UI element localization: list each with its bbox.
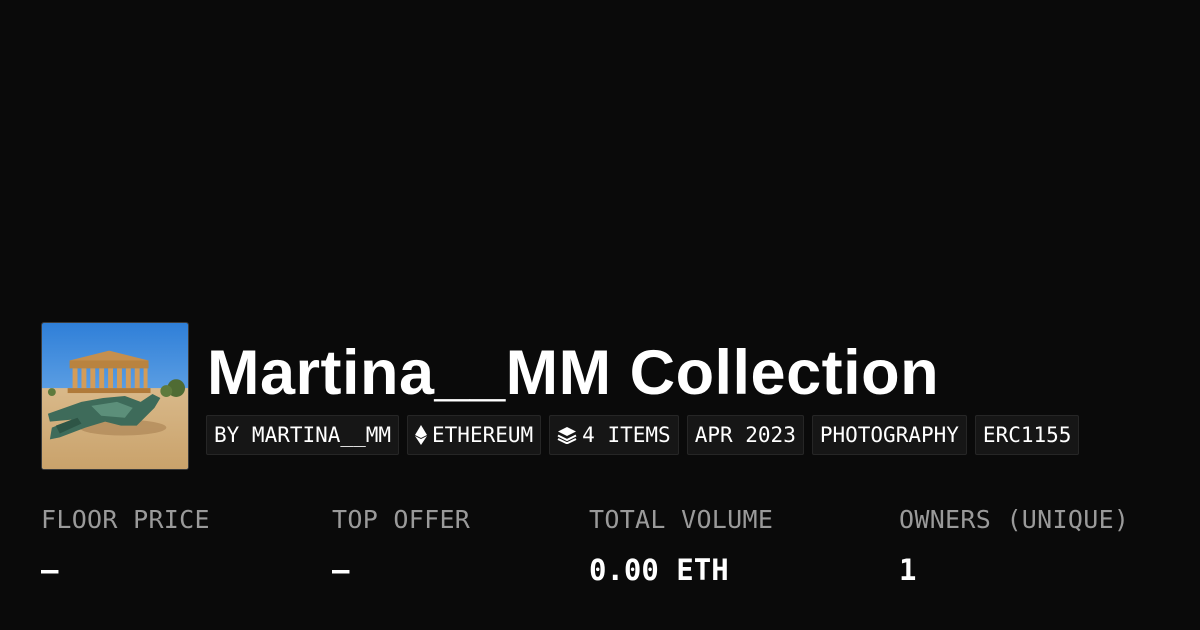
collection-tags: BY MARTINA__MM ETHEREUM 4 ITEMS APR 2023… xyxy=(206,415,1080,455)
floor-price-value: – xyxy=(41,553,59,587)
collection-title: Martina__MM Collection xyxy=(207,338,940,408)
top-offer-label: TOP OFFER xyxy=(332,505,471,534)
items-tag-label: 4 ITEMS xyxy=(582,423,671,447)
chain-tag-label: ETHEREUM xyxy=(432,423,534,447)
creator-tag[interactable]: BY MARTINA__MM xyxy=(206,415,400,455)
collection-avatar xyxy=(41,322,189,470)
owners-value: 1 xyxy=(899,553,917,587)
standard-tag-label: ERC1155 xyxy=(982,423,1072,447)
owners-label: OWNERS (UNIQUE) xyxy=(899,505,1130,534)
collection-avatar-image xyxy=(42,323,188,469)
chain-tag[interactable]: ETHEREUM xyxy=(407,415,542,455)
layers-icon xyxy=(557,427,577,444)
date-tag-label: APR 2023 xyxy=(694,423,796,447)
category-tag-label: PHOTOGRAPHY xyxy=(819,423,959,447)
total-volume-label: TOTAL VOLUME xyxy=(589,505,774,534)
category-tag[interactable]: PHOTOGRAPHY xyxy=(811,415,967,455)
items-tag[interactable]: 4 ITEMS xyxy=(549,415,679,455)
date-tag: APR 2023 xyxy=(686,415,804,455)
top-offer-value: – xyxy=(332,553,350,587)
total-volume-value: 0.00 ETH xyxy=(589,553,729,587)
creator-tag-label: BY MARTINA__MM xyxy=(214,423,392,447)
floor-price-label: FLOOR PRICE xyxy=(41,505,210,534)
ethereum-icon xyxy=(415,425,428,445)
standard-tag: ERC1155 xyxy=(974,415,1080,455)
